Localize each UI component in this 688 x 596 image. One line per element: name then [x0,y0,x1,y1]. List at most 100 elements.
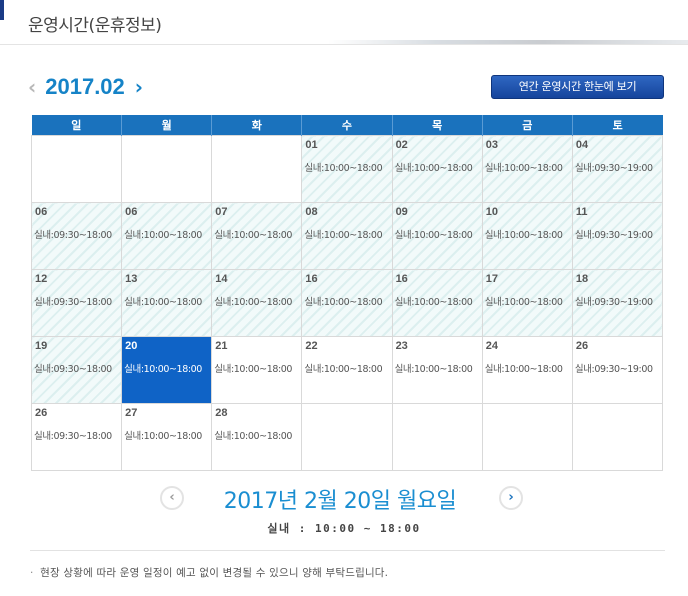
calendar-day-cell[interactable]: 06 실내:09:30~18:00 [30,202,123,270]
day-hours: 실내:10:00~18:00 [394,297,473,308]
weekday-header: 월 [121,115,212,136]
calendar-day-cell[interactable]: 06 실내:10:00~18:00 [121,202,213,270]
day-hours: 실내:09:30~18:00 [34,230,112,241]
day-number: 28 [215,407,228,419]
current-month: 2017.02 [45,74,125,99]
notice: · 현장 상황에 따라 운영 일정이 예고 없이 변경될 수 있으니 양해 부탁… [30,565,388,580]
calendar-week-row: 12 실내:09:30~18:00 13 실내:10:00~18:00 14 실내:10:… [30,269,664,337]
calendar-day-cell[interactable]: 13 실내:10:00~18:00 [121,269,213,337]
calendar-day-cell[interactable]: 02 실내:10:00~18:00 [391,135,483,203]
header-accent [0,0,4,20]
day-number: 17 [485,273,498,285]
day-hours: 실내:10:00~18:00 [394,163,473,174]
prev-day-chevron-icon[interactable]: ‹ [160,486,184,510]
day-number: 06 [125,206,138,218]
day-hours: 실내:10:00~18:00 [304,364,383,375]
calendar-day-cell[interactable]: 04 실내:09:30~19:00 [571,135,664,203]
calendar-day-cell[interactable]: 03 실내:10:00~18:00 [481,135,573,203]
calendar-week-row: 26 실내:09:30~18:00 27 실내:10:00~18:00 28 실내:10:… [30,403,664,471]
day-number: 26 [35,407,48,419]
calendar-day-cell[interactable]: 11 실내:09:30~19:00 [571,202,664,270]
calendar-grid: 일월화수목금토 01 실내:10:00~18:00 02 실내:10:00~18:00… [30,115,664,471]
calendar-week-row: 01 실내:10:00~18:00 02 실내:10:00~18:00 03 실내:10:… [30,135,664,203]
calendar-empty-cell [121,135,213,203]
day-hours: 실내:10:00~18:00 [304,163,383,174]
day-number: 06 [35,206,48,218]
calendar-empty-cell [301,403,393,471]
calendar-day-cell[interactable]: 10 실내:10:00~18:00 [481,202,573,270]
weekday-header-row: 일월화수목금토 [31,115,663,136]
day-number: 18 [575,273,589,285]
calendar-day-cell[interactable]: 12 실내:09:30~18:00 [30,269,123,337]
day-number: 19 [35,340,48,352]
calendar-day-cell[interactable]: 27 실내:10:00~18:00 [121,403,213,471]
calendar-day-cell[interactable]: 22 실내:10:00~18:00 [301,336,393,404]
calendar-day-cell[interactable]: 19 실내:09:30~18:00 [30,336,123,404]
day-number: 13 [125,273,138,285]
day-hours: 실내:10:00~18:00 [124,431,202,442]
calendar-week-row: 19 실내:09:30~18:00 20 실내:10:00~18:00 21 실내:10:… [30,336,664,404]
calendar-day-cell[interactable]: 14 실내:10:00~18:00 [211,269,303,337]
day-number: 11 [575,206,588,218]
calendar-empty-cell [571,403,664,471]
day-number: 02 [395,139,408,151]
day-hours: 실내:10:00~18:00 [304,297,383,308]
weekday-header: 일 [31,115,122,136]
day-hours: 실내:09:30~18:00 [34,431,112,442]
day-hours: 실내:10:00~18:00 [124,297,202,308]
calendar-day-cell[interactable]: 23 실내:10:00~18:00 [391,336,483,404]
prev-month-chevron-icon[interactable]: ‹ [28,77,36,97]
day-number: 12 [35,273,48,285]
day-hours: 실내:10:00~18:00 [214,230,293,241]
calendar-day-cell[interactable]: 01 실내:10:00~18:00 [301,135,393,203]
calendar-empty-cell [211,135,303,203]
bullet-icon: · [30,567,34,579]
day-number: 16 [395,273,408,285]
day-hours: 실내:10:00~18:00 [214,431,293,442]
day-number: 23 [395,340,408,352]
calendar-day-cell[interactable]: 16 실내:10:00~18:00 [391,269,483,337]
calendar-week-row: 06 실내:09:30~18:00 06 실내:10:00~18:00 07 실내:10:… [30,202,664,270]
calendar-day-cell[interactable]: 07 실내:10:00~18:00 [211,202,303,270]
calendar-day-cell[interactable]: 08 실내:10:00~18:00 [301,202,393,270]
calendar-empty-cell [30,135,123,203]
day-hours: 실내:09:30~19:00 [574,230,653,241]
weekday-header: 목 [391,115,483,136]
next-day-chevron-icon[interactable]: › [499,486,523,510]
day-number: 14 [215,273,228,285]
calendar-day-cell[interactable]: 17 실내:10:00~18:00 [481,269,573,337]
calendar-day-cell[interactable]: 20 실내:10:00~18:00 [121,336,213,404]
day-hours: 실내:10:00~18:00 [214,364,293,375]
next-month-chevron-icon[interactable]: › [135,77,143,97]
day-hours: 실내:10:00~18:00 [484,364,563,375]
day-hours: 실내:10:00~18:00 [394,230,473,241]
calendar-day-cell[interactable]: 26 실내:09:30~19:00 [571,336,664,404]
day-number: 04 [575,139,589,151]
calendar-day-cell[interactable]: 24 실내:10:00~18:00 [481,336,573,404]
day-hours: 실내:09:30~18:00 [34,364,112,375]
selected-date: 2017년 2월 20일 월요일 [223,489,457,514]
weekday-header: 토 [571,115,663,136]
calendar-day-cell[interactable]: 09 실내:10:00~18:00 [391,202,483,270]
day-number: 21 [215,340,228,352]
calendar-day-cell[interactable]: 26 실내:09:30~18:00 [30,403,123,471]
divider [30,550,665,551]
day-hours: 실내:10:00~18:00 [394,364,473,375]
page-header: 운영시간(운휴정보) [0,0,688,45]
day-hours: 실내:10:00~18:00 [484,163,563,174]
calendar-day-cell[interactable]: 28 실내:10:00~18:00 [211,403,303,471]
calendar-day-cell[interactable]: 16 실내:10:00~18:00 [301,269,393,337]
calendar-empty-cell [481,403,573,471]
day-hours: 실내:09:30~19:00 [574,297,653,308]
calendar-day-cell[interactable]: 18 실내:09:30~19:00 [571,269,664,337]
day-number: 26 [575,340,589,352]
calendar-day-cell[interactable]: 21 실내:10:00~18:00 [211,336,303,404]
day-number: 09 [395,206,408,218]
day-hours: 실내:09:30~19:00 [574,364,653,375]
weekday-header: 금 [481,115,573,136]
day-hours: 실내:09:30~18:00 [34,297,112,308]
annual-schedule-button[interactable]: 연간 운영시간 한눈에 보기 [491,75,664,99]
weekday-header: 수 [301,115,393,136]
selected-date-hours: 실내 : 10:00 ~ 18:00 [267,522,421,535]
day-number: 27 [125,407,138,419]
